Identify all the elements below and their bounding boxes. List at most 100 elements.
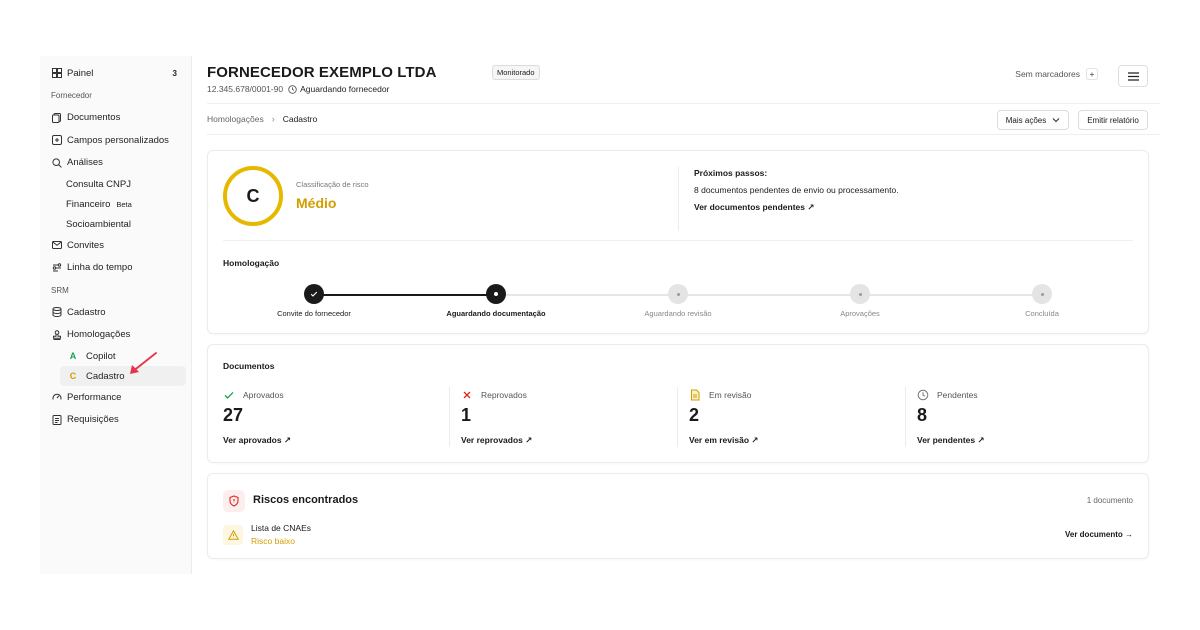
sidebar-item-performance[interactable]: Performance <box>40 386 191 408</box>
breadcrumb-current: Cadastro <box>282 114 318 124</box>
divider <box>678 167 679 231</box>
clock-icon <box>288 84 297 94</box>
stat-label: Aprovados <box>243 390 284 400</box>
sidebar-item-label: Linha do tempo <box>67 262 133 273</box>
sidebar-item-registration[interactable]: Cadastro <box>40 301 191 323</box>
step-label: Convite do fornecedor <box>277 309 351 318</box>
awaiting-status: Aguardando fornecedor <box>300 84 390 94</box>
copilot-letter: A <box>69 351 77 361</box>
stat-value: 2 <box>689 405 700 425</box>
sidebar-item-label: Convites <box>67 239 104 251</box>
step-label: Aprovações <box>840 309 880 318</box>
dashboard-icon <box>51 67 63 79</box>
sidebar-subitem-cnpj[interactable]: Consulta CNPJ <box>40 174 191 194</box>
risk-classification-value: Médio <box>296 195 337 211</box>
sidebar-section-srm: SRM <box>51 285 69 295</box>
sidebar-item-label: Análises <box>67 157 103 168</box>
sidebar-subitem-copilot[interactable]: A Copilot <box>40 346 191 366</box>
homologation-title: Homologação <box>223 258 280 268</box>
divider <box>223 240 1133 241</box>
more-actions-label: Mais ações <box>1005 115 1047 125</box>
sidebar: Painel 3 Fornecedor Documentos Campos pe… <box>40 56 192 574</box>
markers[interactable]: Sem marcadores + <box>1015 68 1098 80</box>
x-icon <box>463 391 471 399</box>
gauge-icon <box>51 391 63 403</box>
panel-count-badge: 3 <box>172 68 177 78</box>
sidebar-subitem-financial[interactable]: Financeiro Beta <box>40 194 191 214</box>
more-actions-button[interactable]: Mais ações <box>997 110 1069 130</box>
main-content: FORNECEDOR EXEMPLO LTDA Monitorado 12.34… <box>192 56 1160 574</box>
view-document-link[interactable]: Ver documento → <box>1065 530 1133 539</box>
menu-button[interactable] <box>1118 65 1148 87</box>
risks-found-count: 1 documento <box>1086 496 1133 505</box>
sidebar-item-label: Performance <box>67 391 122 403</box>
markers-label: Sem marcadores <box>1015 69 1080 79</box>
sidebar-item-analyses[interactable]: Análises <box>40 152 191 174</box>
sidebar-subitem-cadastro[interactable]: C Cadastro <box>60 366 186 386</box>
view-in-review-link[interactable]: Ver em revisão ↗ <box>689 435 759 446</box>
sidebar-item-panel[interactable]: Painel 3 <box>40 62 191 84</box>
documents-card: Documentos Aprovados 27 Ver aprovados ↗ … <box>207 344 1149 463</box>
beta-badge: Beta <box>116 199 132 209</box>
search-icon <box>51 157 63 169</box>
step-label: Concluída <box>1025 309 1059 318</box>
status-badge: Monitorado <box>492 65 540 80</box>
sidebar-subitem-label: Socioambiental <box>66 218 131 230</box>
divider <box>449 387 450 447</box>
company-subinfo: 12.345.678/0001-90 Aguardando fornecedor <box>207 84 389 94</box>
add-marker-button[interactable]: + <box>1086 68 1098 80</box>
sidebar-subitem-label: Consulta CNPJ <box>66 178 131 190</box>
sidebar-item-requests[interactable]: Requisições <box>40 409 191 431</box>
custom-fields-icon <box>51 134 63 146</box>
sidebar-subitem-socio[interactable]: Socioambiental <box>40 214 191 234</box>
check-icon <box>224 391 234 399</box>
cadastro-letter: C <box>69 371 77 381</box>
database-icon <box>51 306 63 318</box>
page-header: FORNECEDOR EXEMPLO LTDA Monitorado 12.34… <box>207 56 1160 104</box>
chevron-down-icon <box>1052 118 1060 123</box>
sidebar-item-homologations[interactable]: Homologações <box>40 324 191 346</box>
sidebar-item-label: Painel <box>67 67 94 79</box>
sidebar-item-timeline[interactable]: Linha do tempo <box>40 257 191 279</box>
sidebar-item-label: Documentos <box>67 112 121 123</box>
documents-icon <box>51 112 63 124</box>
stat-rejected: Reprovados 1 Ver reprovados ↗ <box>449 385 671 449</box>
risk-grade-circle: C <box>223 166 283 226</box>
stat-in-review: Em revisão 2 Ver em revisão ↗ <box>677 385 899 449</box>
divider <box>677 387 678 447</box>
divider <box>905 387 906 447</box>
cnpj-text: 12.345.678/0001-90 <box>207 84 284 94</box>
risk-classification-label: Classificação de risco <box>296 180 369 189</box>
breadcrumb-parent[interactable]: Homologações <box>207 114 264 124</box>
step-label: Aguardando revisão <box>644 309 712 318</box>
view-approved-link[interactable]: Ver aprovados ↗ <box>223 435 291 446</box>
pending-docs-link[interactable]: Ver documentos pendentes ↗ <box>694 202 814 213</box>
stat-pending: Pendentes 8 Ver pendentes ↗ <box>905 385 1127 449</box>
app-window: Painel 3 Fornecedor Documentos Campos pe… <box>40 56 1160 574</box>
sidebar-item-custom-fields[interactable]: Campos personalizados <box>40 129 191 151</box>
stat-value: 1 <box>461 405 472 425</box>
risks-found-card: Riscos encontrados 1 documento Lista de … <box>207 473 1149 559</box>
sidebar-item-label: Homologações <box>67 329 131 340</box>
chevron-right-icon: › <box>271 114 275 124</box>
stat-label: Em revisão <box>709 390 752 400</box>
sidebar-item-invites[interactable]: Convites <box>40 234 191 256</box>
step-4-pending <box>850 284 870 304</box>
step-2-current <box>486 284 506 304</box>
risk-item-level: Risco baixo <box>251 536 295 546</box>
requests-icon <box>51 414 63 426</box>
sidebar-item-label: Cadastro <box>67 306 106 318</box>
stat-value: 8 <box>917 405 928 425</box>
sidebar-item-documents[interactable]: Documentos <box>40 107 191 129</box>
stamp-icon <box>51 329 63 341</box>
view-pending-link[interactable]: Ver pendentes ↗ <box>917 435 985 446</box>
page-title: FORNECEDOR EXEMPLO LTDA <box>207 64 437 81</box>
documents-title: Documentos <box>223 361 275 371</box>
sidebar-subitem-label: Copilot <box>86 350 116 362</box>
step-3-pending <box>668 284 688 304</box>
emit-report-button[interactable]: Emitir relatório <box>1078 110 1148 130</box>
file-review-icon <box>691 389 700 401</box>
warning-icon <box>223 525 243 545</box>
view-rejected-link[interactable]: Ver reprovados ↗ <box>461 435 532 446</box>
stat-value: 27 <box>223 405 244 425</box>
